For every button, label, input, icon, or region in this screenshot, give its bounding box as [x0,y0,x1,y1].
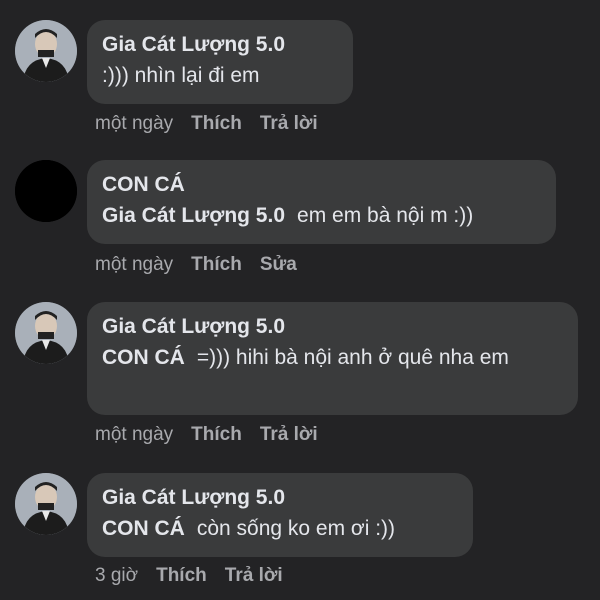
comment-text-content: em em bà nội m :)) [297,204,474,227]
man-in-suit-avatar-icon [15,302,77,364]
comment-author[interactable]: Gia Cát Lượng 5.0 [102,312,563,342]
comment-bubble: Gia Cát Lượng 5.0 CON CÁ =))) hihi bà nội… [87,302,578,415]
comment-bubble: CON CÁ Gia Cát Lượng 5.0 em em bà nội m :… [87,160,556,244]
comment-text: CON CÁ =))) hihi bà nội anh ở quê nha em [102,342,563,374]
reply-button[interactable]: Trả lời [225,563,283,589]
comment-timestamp[interactable]: một ngày [95,252,173,278]
comment-timestamp[interactable]: một ngày [95,111,173,137]
comment-timestamp[interactable]: một ngày [95,422,173,448]
comment-timestamp[interactable]: 3 giờ [95,563,138,589]
like-button[interactable]: Thích [191,422,242,448]
avatar[interactable] [15,302,77,364]
comment-text: :))) nhìn lại đi em [102,60,338,92]
comment-bubble: Gia Cát Lượng 5.0 :))) nhìn lại đi em [87,20,353,104]
comment-author[interactable]: Gia Cát Lượng 5.0 [102,30,338,60]
black-avatar-icon [15,160,77,222]
comment-actions: một ngày Thích Trả lời [95,111,318,137]
comment-text-content: :))) nhìn lại đi em [102,64,260,87]
man-in-suit-avatar-icon [15,20,77,82]
comment-text: CON CÁ còn sống ko em ơi :)) [102,513,458,545]
comment-actions: 3 giờ Thích Trả lời [95,563,283,589]
like-button[interactable]: Thích [191,252,242,278]
avatar[interactable] [15,20,77,82]
avatar[interactable] [15,160,77,222]
reply-button[interactable]: Trả lời [260,111,318,137]
mention-tag[interactable]: CON CÁ [102,346,185,369]
comment-author[interactable]: CON CÁ [102,170,541,200]
reply-button[interactable]: Trả lời [260,422,318,448]
comment-actions: một ngày Thích Sửa [95,252,297,278]
comment-thread: Gia Cát Lượng 5.0 :))) nhìn lại đi em mộ… [0,0,600,600]
man-in-suit-avatar-icon [15,473,77,535]
comment-bubble: Gia Cát Lượng 5.0 CON CÁ còn sống ko em ơ… [87,473,473,557]
mention-tag[interactable]: CON CÁ [102,517,185,540]
comment-actions: một ngày Thích Trả lời [95,422,318,448]
edit-button[interactable]: Sửa [260,252,297,278]
comment-text: Gia Cát Lượng 5.0 em em bà nội m :)) [102,200,541,232]
comment-author[interactable]: Gia Cát Lượng 5.0 [102,483,458,513]
comment-text-content: =))) hihi bà nội anh ở quê nha em [196,346,509,369]
mention-tag[interactable]: Gia Cát Lượng 5.0 [102,204,285,227]
comment-text-content: còn sống ko em ơi :)) [196,517,396,540]
like-button[interactable]: Thích [156,563,207,589]
avatar[interactable] [15,473,77,535]
like-button[interactable]: Thích [191,111,242,137]
